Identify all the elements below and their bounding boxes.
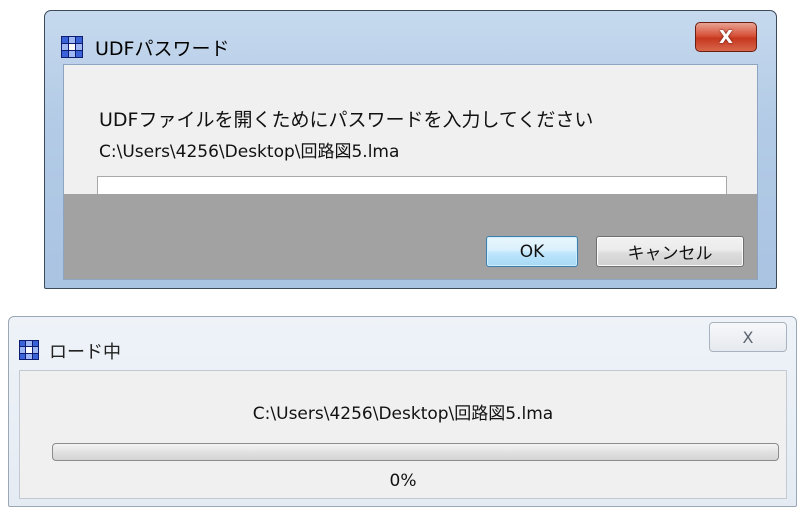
file-path-label: C:\Users\4256\Desktop\回路図5.lma — [252, 404, 554, 424]
button-bar: OK キャンセル — [63, 194, 758, 280]
close-button[interactable]: X — [695, 22, 757, 52]
udf-password-dialog: UDFパスワード X UDFファイルを開くためにパスワードを入力してください C… — [44, 10, 777, 289]
title-bar[interactable]: UDFパスワード X — [45, 11, 776, 67]
progress-percent: 0% — [389, 471, 417, 491]
dialog-content: C:\Users\4256\Desktop\回路図5.lma 0% — [19, 370, 787, 499]
close-icon: X — [719, 26, 733, 48]
cancel-button[interactable]: キャンセル — [596, 236, 744, 267]
ok-button[interactable]: OK — [486, 236, 578, 267]
dialog-title: ロード中 — [49, 342, 121, 363]
loading-dialog: ロード中 X C:\Users\4256\Desktop\回路図5.lma 0% — [8, 316, 797, 507]
close-button[interactable]: X — [709, 322, 787, 352]
close-icon: X — [742, 327, 754, 347]
dialog-title: UDFパスワード — [95, 38, 230, 60]
file-path-label: C:\Users\4256\Desktop\回路図5.lma — [99, 142, 400, 162]
prompt-message: UDFファイルを開くためにパスワードを入力してください — [99, 109, 594, 131]
progress-bar — [52, 443, 779, 461]
app-grid-icon — [61, 36, 83, 58]
dialog-content: UDFファイルを開くためにパスワードを入力してください C:\Users\425… — [63, 64, 758, 194]
app-grid-icon — [19, 340, 39, 360]
